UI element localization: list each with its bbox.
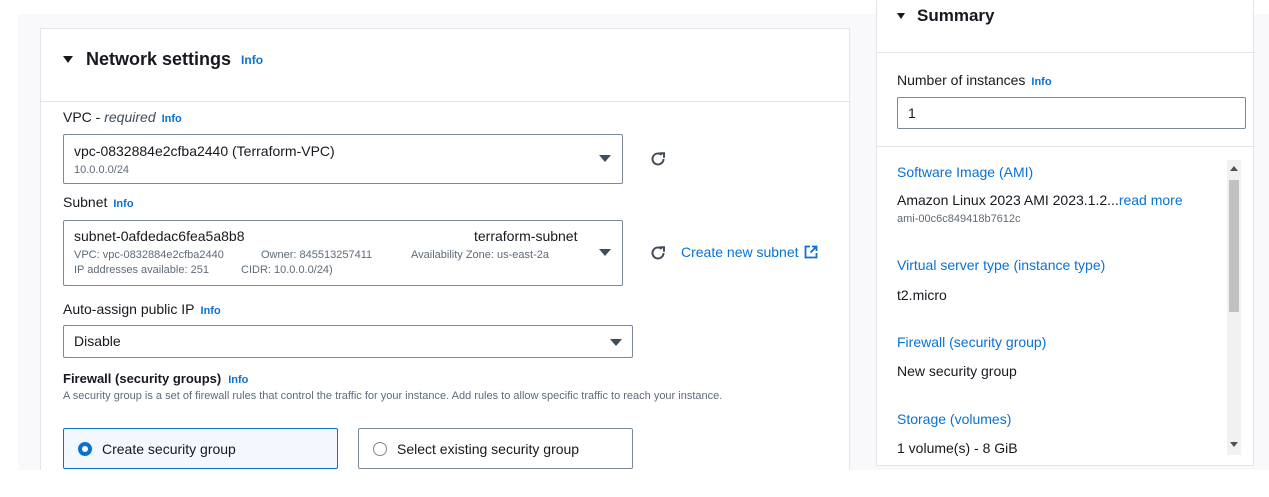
subnet-label-text: Subnet — [63, 194, 108, 210]
storage-value: 1 volume(s) - 8 GiB — [897, 440, 1018, 456]
storage-link[interactable]: Storage (volumes) — [897, 411, 1011, 427]
network-settings-header[interactable]: Network settings Info — [63, 49, 263, 70]
caret-down-icon[interactable] — [897, 13, 905, 19]
create-security-group-label: Create security group — [102, 440, 236, 457]
instances-info-link[interactable]: Info — [1031, 76, 1051, 88]
firewall-title-text: Firewall (security groups) — [63, 371, 222, 386]
dropdown-arrow-icon — [599, 155, 611, 162]
left-margin — [0, 0, 18, 497]
public-ip-info-link[interactable]: Info — [201, 305, 221, 317]
firewall-title: Firewall (security groups) Info — [63, 371, 248, 386]
create-new-subnet-label: Create new subnet — [681, 244, 799, 260]
subnet-ips-text: IP addresses available: 251 — [74, 264, 209, 276]
vpc-label-text: VPC - — [63, 109, 105, 125]
scroll-up-icon[interactable] — [1230, 166, 1238, 171]
external-link-icon — [804, 245, 817, 259]
ami-read-more-link[interactable]: read more — [1119, 192, 1183, 208]
refresh-icon[interactable] — [649, 150, 667, 168]
panel-divider — [41, 101, 851, 102]
ami-value-text: Amazon Linux 2023 AMI 2023.1.2... — [897, 192, 1119, 208]
summary-title: Summary — [917, 6, 995, 25]
summary-header[interactable]: Summary — [897, 6, 994, 26]
subnet-select[interactable]: subnet-0afdedac6fea5a8b8 terraform-subne… — [63, 220, 623, 286]
vpc-info-link[interactable]: Info — [162, 113, 182, 125]
subnet-vpc-text: VPC: vpc-0832884e2cfba2440 — [74, 249, 224, 261]
dropdown-arrow-icon — [599, 249, 611, 256]
scroll-thumb[interactable] — [1229, 180, 1239, 312]
dropdown-arrow-icon — [610, 339, 622, 346]
firewall-description: A security group is a set of firewall ru… — [63, 390, 723, 402]
ami-id: ami-00c6c849418b7612c — [897, 213, 1021, 225]
refresh-icon[interactable] — [649, 244, 667, 262]
summary-panel: Summary Number of instances Info 1 Softwa… — [876, 0, 1255, 466]
public-ip-select-value: Disable — [74, 333, 121, 349]
vpc-select[interactable]: vpc-0832884e2cfba2440 (Terraform-VPC) 10… — [63, 134, 623, 184]
network-settings-info-link[interactable]: Info — [241, 53, 263, 67]
select-existing-security-group-label: Select existing security group — [397, 440, 580, 457]
bottom-margin — [0, 470, 1269, 497]
vpc-select-cidr: 10.0.0.0/24 — [74, 164, 130, 176]
summary-scrollbar[interactable] — [1227, 160, 1241, 455]
firewall-summary-value: New security group — [897, 363, 1017, 379]
network-settings-title: Network settings — [86, 49, 232, 69]
vpc-select-value: vpc-0832884e2cfba2440 (Terraform-VPC) — [74, 143, 335, 159]
instance-type-link[interactable]: Virtual server type (instance type) — [897, 257, 1105, 273]
subnet-select-name: terraform-subnet — [474, 228, 578, 244]
radio-selected-icon[interactable] — [78, 441, 92, 456]
scroll-down-icon[interactable] — [1230, 442, 1238, 447]
public-ip-label: Auto-assign public IP Info — [63, 301, 221, 317]
create-security-group-option[interactable]: Create security group — [63, 428, 338, 469]
subnet-az-text: Availability Zone: us-east-2a — [411, 249, 549, 261]
public-ip-select[interactable]: Disable — [63, 325, 633, 358]
instances-input[interactable]: 1 — [897, 97, 1246, 129]
instance-type-value: t2.micro — [897, 287, 947, 303]
network-settings-panel: Network settings Info VPC - required Info… — [40, 28, 851, 470]
vpc-required-text: required — [104, 109, 156, 125]
radio-unselected-icon[interactable] — [373, 441, 387, 456]
instances-label: Number of instances Info — [897, 72, 1052, 88]
summary-divider — [877, 146, 1255, 147]
select-existing-security-group-option[interactable]: Select existing security group — [358, 428, 633, 469]
firewall-info-link[interactable]: Info — [228, 374, 248, 386]
public-ip-label-text: Auto-assign public IP — [63, 301, 195, 317]
subnet-select-id: subnet-0afdedac6fea5a8b8 — [74, 228, 245, 244]
subnet-cidr-text: CIDR: 10.0.0.0/24) — [241, 264, 333, 276]
ami-link[interactable]: Software Image (AMI) — [897, 164, 1033, 180]
summary-divider — [877, 52, 1255, 53]
firewall-summary-link[interactable]: Firewall (security group) — [897, 334, 1046, 350]
ami-value: Amazon Linux 2023 AMI 2023.1.2...read mo… — [897, 192, 1183, 208]
subnet-info-link[interactable]: Info — [113, 198, 133, 210]
subnet-owner-text: Owner: 845513257411 — [261, 249, 373, 261]
vpc-label: VPC - required Info — [63, 109, 182, 125]
create-new-subnet-link[interactable]: Create new subnet — [681, 244, 818, 260]
subnet-label: Subnet Info — [63, 194, 134, 210]
caret-down-icon[interactable] — [63, 56, 73, 63]
instances-label-text: Number of instances — [897, 72, 1026, 88]
